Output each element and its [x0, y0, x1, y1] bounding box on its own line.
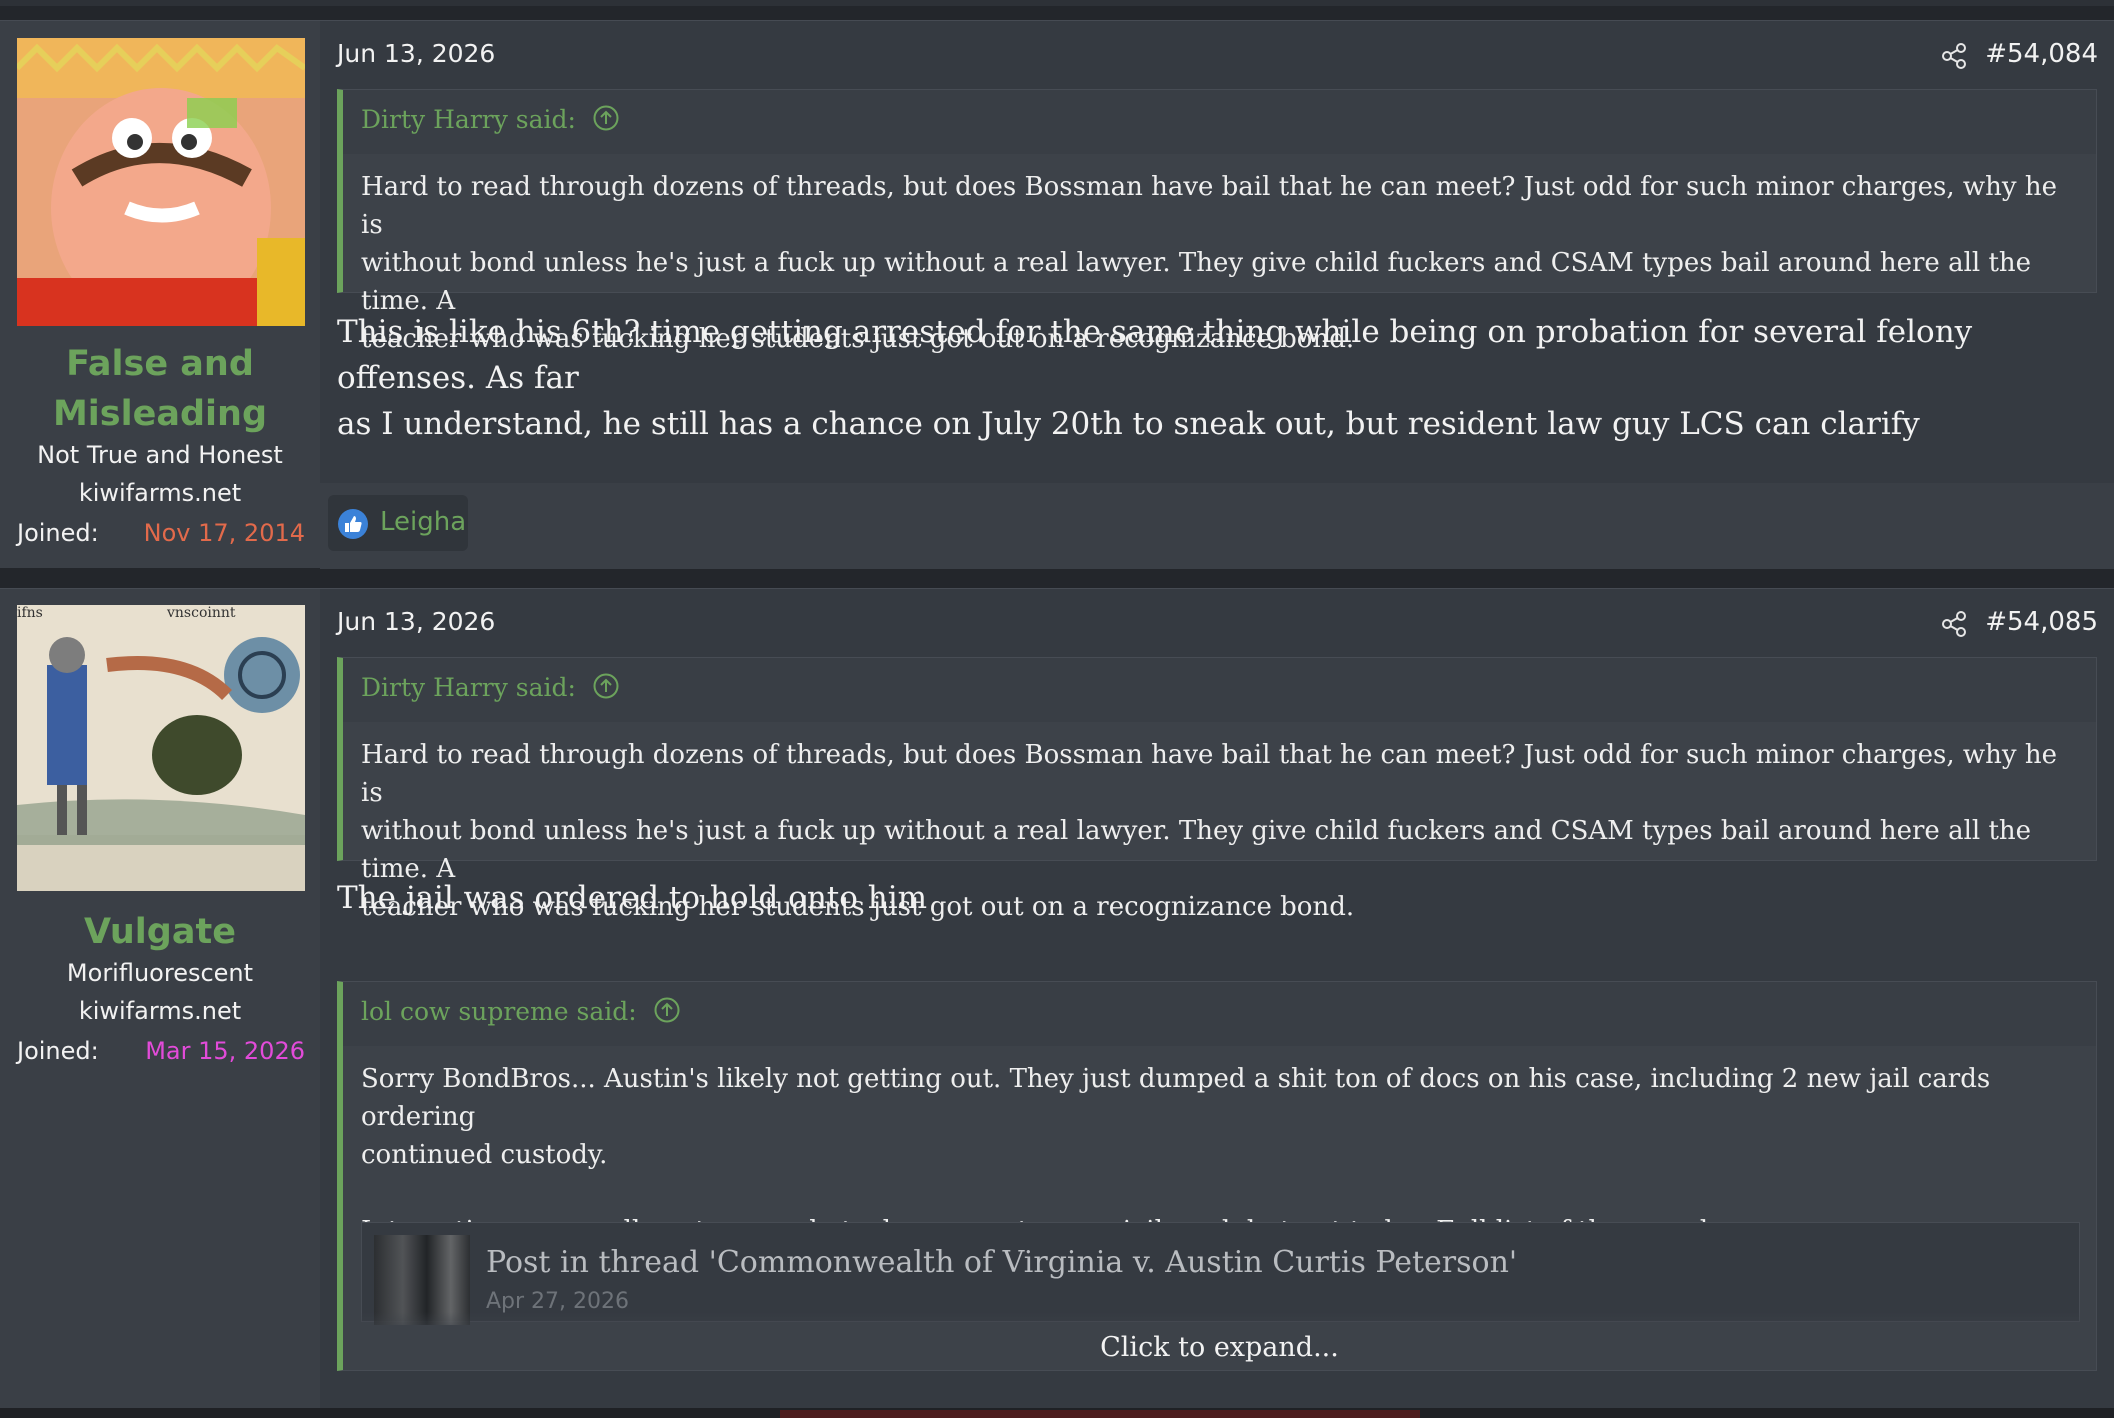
- post-main: Jun 13, 2026 #54,085 Dirty Harry said: H…: [320, 589, 2114, 1408]
- embedded-post[interactable]: Post in thread 'Commonwealth of Virginia…: [361, 1222, 2080, 1325]
- post-date[interactable]: Jun 13, 2026: [337, 39, 495, 68]
- quote-line: continued custody.: [361, 1140, 608, 1170]
- user-site: kiwifarms.net: [78, 479, 242, 507]
- joined-label: Joined:: [17, 1037, 99, 1065]
- post: False and Misleading Not True and Honest…: [0, 20, 2114, 569]
- reaction-users[interactable]: Leigha: [380, 507, 466, 537]
- post-body-line: This is like his 6th? time getting arres…: [337, 314, 1973, 396]
- quote-block: Dirty Harry said: Hard to read through d…: [337, 89, 2097, 354]
- quote-header: Dirty Harry said:: [343, 658, 2096, 722]
- post-body: The jail was ordered to hold onto him: [337, 875, 2097, 921]
- quote-spacer: [361, 1174, 2080, 1212]
- quote-line: Sorry BondBros... Austin's likely not ge…: [361, 1064, 1991, 1132]
- user-title: Not True and Honest: [37, 441, 283, 469]
- joined-date: Nov 17, 2014: [143, 519, 305, 547]
- post-number[interactable]: #54,084: [1985, 39, 2098, 69]
- svg-text:ifns: ifns: [17, 605, 43, 621]
- avatar[interactable]: ifns vnscoinnt: [17, 605, 305, 891]
- bottom-strip: [0, 1408, 2114, 1418]
- like-icon: [338, 509, 368, 539]
- username[interactable]: Vulgate: [0, 907, 320, 957]
- post-date[interactable]: Jun 13, 2026: [337, 607, 495, 636]
- share-icon[interactable]: [1939, 609, 1969, 639]
- embed-title[interactable]: Post in thread 'Commonwealth of Virginia…: [486, 1245, 1517, 1280]
- top-strip: [0, 0, 2114, 6]
- joined-label: Joined:: [17, 519, 99, 547]
- avatar-image: [17, 38, 305, 326]
- avatar-image: ifns vnscoinnt: [17, 605, 305, 891]
- username-line-1: False and: [66, 344, 254, 384]
- post-main: Jun 13, 2026 #54,084 Dirty Harry said: H…: [320, 21, 2114, 569]
- post-body: This is like his 6th? time getting arres…: [337, 309, 2097, 447]
- username[interactable]: False and Misleading: [0, 339, 320, 439]
- reactions-bar: Leigha: [320, 483, 2114, 569]
- user-site: kiwifarms.net: [78, 997, 242, 1025]
- quote-block: lol cow supreme said: Sorry BondBros... …: [337, 981, 2097, 1371]
- reaction-summary[interactable]: Leigha: [328, 495, 468, 551]
- quote-author[interactable]: Dirty Harry said:: [361, 105, 576, 134]
- arrow-up-circle-icon[interactable]: [653, 996, 681, 1024]
- quote-author[interactable]: Dirty Harry said:: [361, 673, 576, 702]
- arrow-up-circle-icon[interactable]: [592, 672, 620, 700]
- post-number[interactable]: #54,085: [1985, 607, 2098, 637]
- quote-header: Dirty Harry said:: [343, 90, 2096, 154]
- post-body-line: as I understand, he still has a chance o…: [337, 406, 1920, 442]
- quote-header: lol cow supreme said:: [343, 982, 2096, 1046]
- quote-line: Hard to read through dozens of threads, …: [361, 172, 2058, 240]
- arrow-up-circle-icon[interactable]: [592, 104, 620, 132]
- quote-author[interactable]: lol cow supreme said:: [361, 997, 637, 1026]
- post: ifns vnscoinnt Vulgate Morifluorescent k…: [0, 588, 2114, 1408]
- quote-block: Dirty Harry said: Hard to read through d…: [337, 657, 2097, 922]
- user-panel: ifns vnscoinnt Vulgate Morifluorescent k…: [0, 589, 320, 1408]
- footer-graphic: [780, 1410, 1420, 1418]
- joined-date: Mar 15, 2026: [145, 1037, 305, 1065]
- embed-date: Apr 27, 2026: [486, 1289, 630, 1314]
- click-to-expand[interactable]: Click to expand...: [343, 1312, 2096, 1370]
- avatar[interactable]: [17, 38, 305, 326]
- user-title: Morifluorescent: [66, 959, 254, 987]
- svg-text:vnscoinnt: vnscoinnt: [166, 605, 236, 621]
- user-panel: False and Misleading Not True and Honest…: [0, 21, 320, 568]
- username-line-2: Misleading: [52, 394, 268, 434]
- post-body-line: The jail was ordered to hold onto him: [337, 880, 928, 916]
- share-icon[interactable]: [1939, 41, 1969, 71]
- quote-line: Hard to read through dozens of threads, …: [361, 740, 2058, 808]
